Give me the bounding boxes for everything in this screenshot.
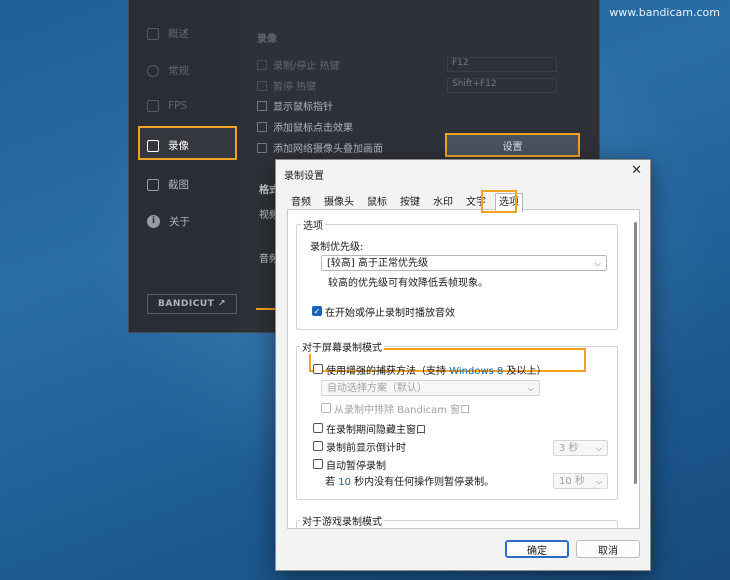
sidebar-item-label: FPS	[168, 100, 188, 112]
windows-version: Windows 8	[449, 366, 504, 377]
sidebar-item-overview[interactable]: 概述	[147, 26, 189, 41]
play-sound-checkbox[interactable]: ✓	[312, 306, 322, 316]
chevron-down-icon: ⌵	[527, 384, 534, 393]
watermark: www.bandicam.com	[609, 6, 720, 19]
exclude-window-checkbox[interactable]	[321, 403, 331, 413]
priority-value: [较高] 高于正常优先级	[327, 258, 428, 269]
auto-pause-hint: 若 10 秒内没有任何操作则暂停录制。	[325, 473, 494, 488]
capture-method-select[interactable]: 自动选择方案（默认） ⌵	[321, 380, 540, 396]
sidebar-item-label: 关于	[169, 216, 190, 228]
game-mode-group-title: 对于游戏录制模式	[300, 513, 384, 528]
pause-hotkey-field[interactable]: Shift+F12	[447, 78, 557, 93]
sidebar-item-label: 概述	[168, 28, 189, 40]
hotkey-row[interactable]: 录制/停止 热键	[257, 57, 340, 72]
main-sidebar: 概述 常规 FPS 录像 截图 i 关于 BANDICUT ↗	[129, 0, 239, 332]
sidebar-item-general[interactable]: 常规	[147, 63, 189, 78]
enhanced-capture-checkbox[interactable]	[313, 364, 323, 374]
auto-pause-hint-suffix: 秒内没有任何操作则暂停录制。	[350, 477, 495, 488]
pause-hotkey-row[interactable]: 暂停 热键	[257, 78, 316, 93]
sidebar-item-video[interactable]: 录像	[147, 138, 189, 153]
sidebar-item-about[interactable]: i 关于	[147, 214, 190, 229]
sidebar-item-fps[interactable]: FPS	[147, 100, 187, 112]
chevron-down-icon: ⌵	[595, 477, 602, 486]
cancel-button[interactable]: 取消	[576, 540, 640, 558]
countdown-value: 3 秒	[559, 443, 579, 454]
auto-pause-value: 10 秒	[559, 476, 585, 487]
priority-label: 录制优先级:	[310, 242, 364, 253]
enhanced-capture-prefix: 使用增强的捕获方法（支持	[326, 366, 450, 377]
priority-select[interactable]: [较高] 高于正常优先级 ⌵	[321, 255, 607, 271]
home-icon	[147, 27, 159, 40]
exclude-window-label: 从录制中排除 Bandicam 窗口	[334, 405, 471, 416]
settings-button[interactable]: 设置	[445, 133, 580, 157]
bandicut-button[interactable]: BANDICUT ↗	[147, 294, 237, 314]
section-title: 录像	[257, 34, 277, 45]
info-icon: i	[147, 215, 160, 228]
fps-icon	[147, 100, 159, 112]
pause-hotkey-checkbox[interactable]	[257, 80, 267, 91]
row-label: 录制/停止 热键	[273, 61, 340, 72]
play-sound-label: 在开始或停止录制时播放音效	[325, 308, 455, 319]
auto-pause-label: 自动暂停录制	[326, 461, 386, 472]
row-label: 添加网络摄像头叠加画面	[273, 144, 383, 155]
sidebar-item-label: 常规	[168, 65, 189, 77]
auto-pause-select[interactable]: 10 秒 ⌵	[553, 473, 608, 489]
row-label: 暂停 热键	[273, 82, 317, 93]
hide-main-window-checkbox[interactable]	[313, 423, 323, 433]
scrollbar[interactable]	[634, 222, 637, 484]
sidebar-item-screenshot[interactable]: 截图	[147, 177, 189, 192]
chevron-down-icon: ⌵	[594, 259, 601, 268]
ok-button[interactable]: 确定	[505, 540, 569, 558]
sidebar-item-label: 截图	[168, 179, 189, 191]
row-label: 添加鼠标点击效果	[273, 123, 353, 134]
hotkey-field[interactable]: F12	[447, 57, 557, 72]
show-cursor-row[interactable]: 显示鼠标指针	[257, 98, 333, 113]
countdown-checkbox[interactable]	[313, 441, 323, 451]
options-panel: 选项 录制优先级: [较高] 高于正常优先级 ⌵ 较高的优先级可有效降低丢帧现象…	[287, 209, 640, 529]
capture-method-value: 自动选择方案（默认）	[327, 383, 427, 394]
options-group-title: 选项	[301, 217, 325, 232]
priority-hint: 较高的优先级可有效降低丢帧现象。	[328, 278, 488, 289]
countdown-select[interactable]: 3 秒 ⌵	[553, 440, 608, 456]
auto-pause-checkbox[interactable]	[313, 459, 323, 469]
video-record-icon	[147, 139, 159, 152]
row-label: 显示鼠标指针	[273, 102, 333, 113]
show-cursor-checkbox[interactable]	[257, 100, 267, 111]
enhanced-capture-label: 使用增强的捕获方法（支持 Windows 8 及以上）	[326, 362, 547, 377]
chevron-down-icon: ⌵	[595, 444, 602, 453]
sidebar-item-label: 录像	[168, 140, 189, 152]
auto-pause-seconds: 10	[338, 477, 351, 488]
image-icon	[147, 178, 159, 191]
recording-settings-dialog: 录制设置 ✕ 音频 摄像头 鼠标 按键 水印 文字 选项 选项 录制优先级: […	[275, 159, 651, 571]
close-icon[interactable]: ✕	[631, 163, 642, 178]
click-effect-row[interactable]: 添加鼠标点击效果	[257, 119, 353, 134]
screen-mode-group-title: 对于屏幕录制模式	[300, 339, 384, 354]
hotkey-checkbox[interactable]	[257, 59, 267, 70]
enhanced-capture-suffix: 及以上）	[503, 366, 547, 377]
webcam-overlay-row[interactable]: 添加网络摄像头叠加画面	[257, 140, 383, 155]
tab-options-highlight	[481, 190, 517, 213]
dialog-title: 录制设置	[284, 171, 324, 182]
countdown-label: 录制前显示倒计时	[326, 443, 406, 454]
click-effect-checkbox[interactable]	[257, 121, 267, 132]
hide-main-window-label: 在录制期间隐藏主窗口	[326, 425, 426, 436]
gear-icon	[147, 64, 159, 77]
webcam-overlay-checkbox[interactable]	[257, 142, 267, 153]
auto-pause-hint-prefix: 若	[325, 477, 339, 488]
